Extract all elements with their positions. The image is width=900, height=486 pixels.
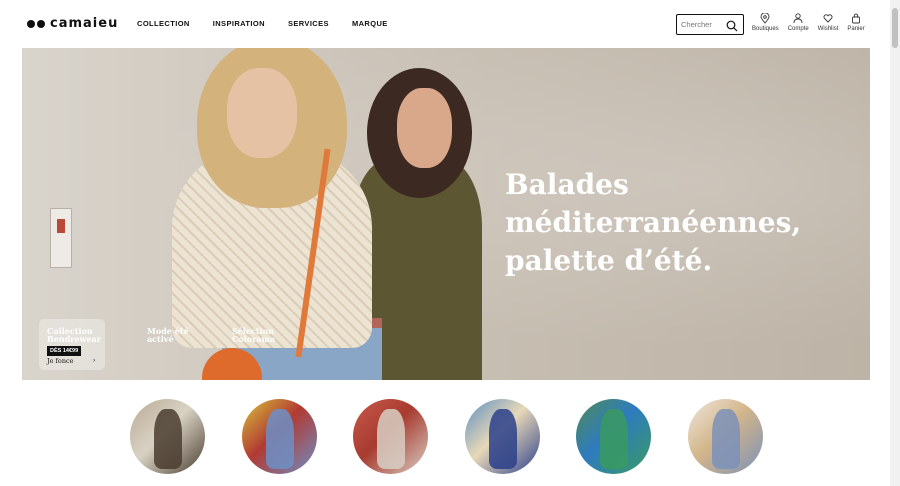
tool-panier[interactable]: Panier xyxy=(847,13,865,32)
tool-wishlist[interactable]: Wishlist xyxy=(817,13,839,32)
category-carousel xyxy=(130,399,770,486)
nav-item-collection[interactable]: COLLECTION xyxy=(137,19,190,28)
model-photo xyxy=(600,409,628,469)
hero-card-title-line: Colorama xyxy=(232,334,276,344)
model-photo xyxy=(227,68,297,158)
page-scrollbar[interactable] xyxy=(890,0,900,486)
nav-item-inspiration[interactable]: INSPIRATION xyxy=(213,19,265,28)
category-thumbnail[interactable] xyxy=(130,399,205,474)
model-photo xyxy=(711,409,740,469)
nav-item-services[interactable]: SERVICES xyxy=(288,19,329,28)
model-photo xyxy=(397,88,452,168)
hero-headline: Balades méditerranéennes, palette d’été. xyxy=(505,166,825,280)
category-thumbnail[interactable] xyxy=(353,399,428,474)
main-nav: COLLECTION INSPIRATION SERVICES MARQUE xyxy=(137,19,411,28)
model-photo xyxy=(377,409,405,469)
tool-label: Wishlist xyxy=(817,26,839,32)
chevron-right-icon[interactable]: › xyxy=(93,357,95,364)
search-box[interactable] xyxy=(676,14,744,35)
tool-label: Boutiques xyxy=(752,26,779,32)
tool-label: Panier xyxy=(847,26,865,32)
tool-boutiques[interactable]: Boutiques xyxy=(752,13,779,32)
logo-dot xyxy=(37,19,45,28)
map-pin-icon xyxy=(760,13,770,24)
scrollbar-thumb[interactable] xyxy=(892,8,898,48)
logo-dot xyxy=(27,19,35,28)
search-icon[interactable] xyxy=(726,19,738,37)
hero-card-mode-ete[interactable]: Mode été activé xyxy=(139,319,205,370)
site-header: camaieu COLLECTION INSPIRATION SERVICES … xyxy=(0,0,890,48)
nav-item-marque[interactable]: MARQUE xyxy=(352,19,388,28)
model-photo xyxy=(265,409,294,469)
user-icon xyxy=(793,13,803,24)
electrical-panel-image xyxy=(50,208,72,268)
category-thumbnail[interactable] xyxy=(241,399,317,474)
page: camaieu COLLECTION INSPIRATION SERVICES … xyxy=(0,0,900,486)
header-tools: Boutiques Compte Wishlist Panier xyxy=(752,13,874,32)
hero-card-colorama[interactable]: Sélection Colorama xyxy=(224,319,290,370)
tool-label: Compte xyxy=(787,26,809,32)
headline-line: méditerranéennes, xyxy=(505,206,802,239)
bag-icon xyxy=(852,13,860,24)
heart-icon xyxy=(823,14,833,23)
headline-line: Balades xyxy=(505,168,629,201)
model-photo xyxy=(154,409,182,469)
model-photo xyxy=(488,409,517,469)
hero-card-title: Collection Bendrewear xyxy=(47,327,101,343)
hero-card-title: Mode été activé xyxy=(147,327,189,343)
brand-logo[interactable]: camaieu xyxy=(27,16,118,31)
hero-card-title-line: Bendrewear xyxy=(47,334,101,344)
brand-name: camaieu xyxy=(50,16,119,31)
hero-card-title: Sélection Colorama xyxy=(232,327,275,343)
hero-card-title-line: activé xyxy=(147,334,174,344)
category-thumbnail[interactable] xyxy=(576,399,651,474)
cta-link[interactable]: Je fonce xyxy=(47,357,74,365)
search-input[interactable] xyxy=(681,18,729,31)
hero-card-bendrewear[interactable]: Collection Bendrewear DÈS 14€99 Je fonce… xyxy=(39,319,105,370)
category-thumbnail[interactable] xyxy=(687,399,763,474)
headline-line: palette d’été. xyxy=(505,244,713,277)
category-thumbnail[interactable] xyxy=(464,399,540,474)
hero-banner[interactable]: Balades méditerranéennes, palette d’été.… xyxy=(22,48,870,380)
price-badge: DÈS 14€99 xyxy=(47,346,82,356)
tool-compte[interactable]: Compte xyxy=(788,13,809,32)
